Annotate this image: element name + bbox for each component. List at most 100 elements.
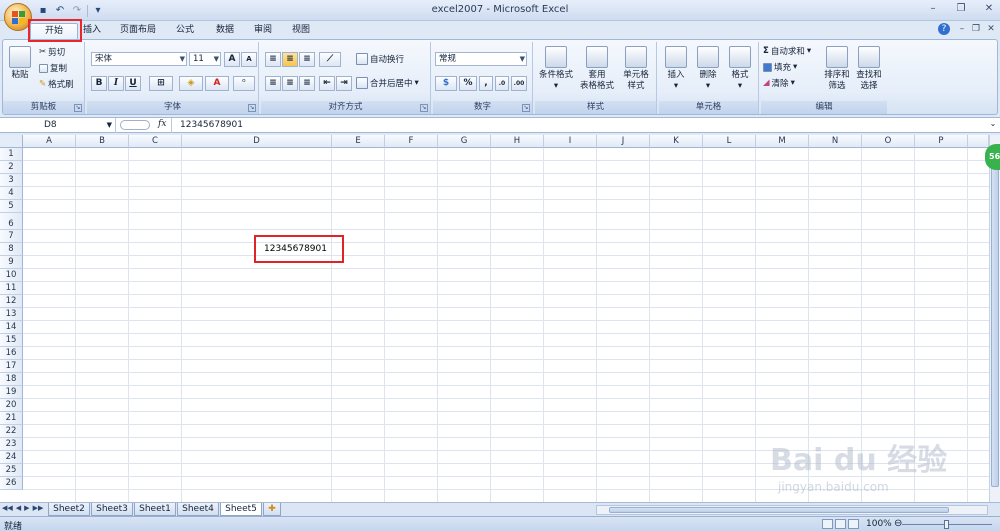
horizontal-scrollbar[interactable] [596, 505, 988, 515]
page-layout-view-icon[interactable] [835, 519, 846, 529]
row-header[interactable]: 4 [0, 187, 23, 200]
clear-button[interactable]: ◢ 清除 ▾ [763, 77, 795, 89]
row-header[interactable]: 3 [0, 174, 23, 187]
phonetic-button[interactable]: ᵒ [233, 76, 255, 91]
align-left-icon[interactable]: ≡ [265, 76, 281, 91]
row-header[interactable]: 24 [0, 451, 23, 464]
tab-insert[interactable]: 插入 [80, 23, 104, 40]
align-top-icon[interactable]: ≡ [265, 52, 281, 67]
align-bottom-icon[interactable]: ≡ [299, 52, 315, 67]
row-header[interactable]: 21 [0, 412, 23, 425]
column-header[interactable]: N [809, 135, 862, 148]
column-header[interactable]: G [438, 135, 491, 148]
clipboard-launcher-icon[interactable]: ↘ [74, 104, 82, 112]
name-box[interactable]: D8 ▼ [0, 118, 116, 133]
row-header[interactable]: 9 [0, 256, 23, 269]
borders-button[interactable]: ⊞ [149, 76, 173, 91]
row-header[interactable]: 22 [0, 425, 23, 438]
column-header[interactable]: K [650, 135, 703, 148]
format-cells-button[interactable]: 格式 ▾ [725, 46, 755, 92]
formula-controls[interactable] [120, 120, 150, 130]
column-header[interactable]: A [23, 135, 76, 148]
cell-styles-button[interactable]: 单元格 样式 [619, 46, 653, 92]
sort-filter-button[interactable]: 排序和 筛选 [821, 46, 853, 92]
align-middle-icon[interactable]: ≡ [282, 52, 298, 67]
column-header[interactable]: L [703, 135, 756, 148]
prev-sheet-icon[interactable]: ◀ [16, 504, 21, 512]
tab-review[interactable]: 审阅 [248, 23, 278, 40]
last-sheet-icon[interactable]: ▶▶ [33, 504, 44, 512]
paste-button[interactable]: 粘贴 [7, 46, 33, 81]
align-center-icon[interactable]: ≡ [282, 76, 298, 91]
zoom-slider-knob[interactable] [944, 520, 949, 529]
insert-function-icon[interactable]: fx [158, 119, 166, 129]
grow-font-button[interactable]: A [224, 52, 240, 67]
comma-button[interactable]: , [479, 76, 493, 91]
format-as-table-button[interactable]: 套用 表格格式 [577, 46, 617, 92]
column-header[interactable]: B [76, 135, 129, 148]
restore-icon[interactable]: ❐ [954, 2, 968, 16]
bold-button[interactable]: B [91, 76, 107, 91]
row-header[interactable]: 12 [0, 295, 23, 308]
column-header[interactable]: C [129, 135, 182, 148]
row-header[interactable]: 2 [0, 161, 23, 174]
column-header[interactable]: O [862, 135, 915, 148]
increase-decimal-button[interactable]: .0 [495, 76, 509, 91]
workbook-close-icon[interactable]: ✕ [985, 23, 997, 35]
column-header[interactable]: I [544, 135, 597, 148]
font-size-select[interactable]: 11 ▼ [189, 52, 221, 66]
vertical-scrollbar[interactable] [989, 135, 1000, 502]
next-sheet-icon[interactable]: ▶ [24, 504, 29, 512]
merge-center-button[interactable]: 合并后居中 ▾ [356, 77, 419, 89]
decrease-decimal-button[interactable]: .00 [511, 76, 527, 91]
row-header[interactable]: 26 [0, 477, 23, 490]
row-header[interactable]: 11 [0, 282, 23, 295]
workbook-restore-icon[interactable]: ❐ [970, 23, 982, 35]
number-launcher-icon[interactable]: ↘ [522, 104, 530, 112]
normal-view-icon[interactable] [822, 519, 833, 529]
font-color-button[interactable]: A [205, 76, 229, 91]
column-header[interactable]: P [915, 135, 968, 148]
column-header[interactable]: D [182, 135, 332, 148]
conditional-format-button[interactable]: 条件格式 ▾ [537, 46, 575, 92]
sheet-tab-sheet2[interactable]: Sheet2 [48, 503, 90, 516]
autosum-button[interactable]: Σ 自动求和 ▾ [763, 45, 811, 57]
help-icon[interactable]: ? [938, 23, 950, 35]
font-launcher-icon[interactable]: ↘ [248, 104, 256, 112]
tab-formulas[interactable]: 公式 [170, 23, 200, 40]
row-header[interactable]: 20 [0, 399, 23, 412]
row-header[interactable]: 13 [0, 308, 23, 321]
decrease-indent-icon[interactable]: ⇤ [319, 76, 335, 91]
first-sheet-icon[interactable]: ◀◀ [2, 504, 13, 512]
row-header[interactable]: 19 [0, 386, 23, 399]
row-header[interactable]: 17 [0, 360, 23, 373]
font-name-select[interactable]: 宋体 ▼ [91, 52, 187, 66]
column-header-partial[interactable] [968, 135, 989, 148]
format-painter-button[interactable]: ✎ 格式刷 [39, 78, 74, 90]
orientation-icon[interactable]: ⟋ [319, 52, 341, 67]
column-header[interactable]: F [385, 135, 438, 148]
worksheet-grid[interactable]: A B C D E F G H I J K L M N O P 1 2 3 4 5 6 7 8 9 10 11 12 13 14 15 16 1… [0, 135, 989, 502]
minimize-icon[interactable]: – [926, 2, 940, 16]
floating-badge[interactable]: 56 [985, 144, 1000, 170]
number-format-select[interactable]: 常规 ▼ [435, 52, 527, 66]
find-select-button[interactable]: 查找和 选择 [853, 46, 885, 92]
column-header[interactable]: J [597, 135, 650, 148]
column-header[interactable]: E [332, 135, 385, 148]
column-header[interactable]: M [756, 135, 809, 148]
ribbon-minimize-icon[interactable]: – [956, 23, 968, 35]
cut-button[interactable]: ✂ 剪切 [39, 46, 65, 58]
zoom-level[interactable]: 100% [866, 519, 892, 529]
tab-data[interactable]: 数据 [210, 23, 240, 40]
expand-formula-bar-icon[interactable]: ⌄ [988, 119, 998, 131]
close-icon[interactable]: ✕ [982, 2, 996, 16]
sheet-tab-sheet5[interactable]: Sheet5 [220, 503, 262, 516]
insert-sheet-icon[interactable]: ✚ [263, 503, 281, 516]
horizontal-scroll-thumb[interactable] [609, 507, 949, 513]
row-header[interactable]: 10 [0, 269, 23, 282]
delete-cells-button[interactable]: 删除 ▾ [693, 46, 723, 92]
sheet-tab-sheet4[interactable]: Sheet4 [177, 503, 219, 516]
italic-button[interactable]: I [108, 76, 124, 91]
select-all-corner[interactable] [0, 135, 23, 148]
vertical-scroll-thumb[interactable] [991, 147, 999, 487]
